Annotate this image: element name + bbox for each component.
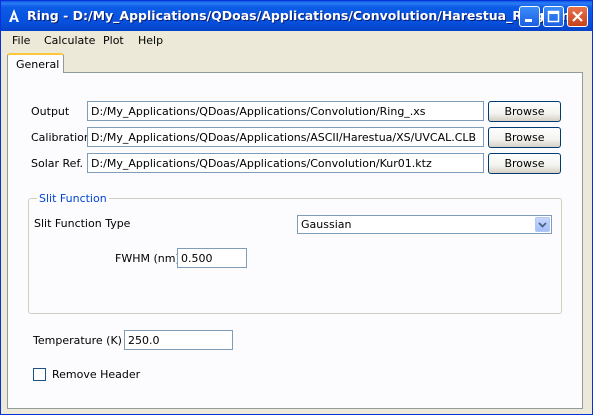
close-icon (572, 11, 583, 22)
solar-ref-path-input[interactable]: D:/My_Applications/QDoas/Applications/Co… (87, 153, 484, 173)
slit-function-group-title: Slit Function (37, 192, 109, 205)
menu-calculate[interactable]: Calculate (44, 34, 95, 47)
solar-ref-browse-button[interactable]: Browse (488, 153, 561, 174)
menu-file[interactable]: File (12, 34, 30, 47)
general-panel: Output D:/My_Applications/QDoas/Applicat… (7, 72, 583, 409)
title-bar[interactable]: Ring - D:/My_Applications/QDoas/Applicat… (1, 1, 592, 31)
slit-function-type-select[interactable]: Gaussian (297, 215, 552, 234)
application-window: Ring - D:/My_Applications/QDoas/Applicat… (0, 0, 593, 415)
tab-general[interactable]: General (7, 53, 64, 73)
tab-general-label: General (16, 58, 60, 71)
fwhm-input[interactable]: 0.500 (177, 248, 247, 268)
fwhm-label: FWHM (nm) (115, 252, 180, 265)
close-button[interactable] (567, 6, 588, 27)
slit-function-type-label: Slit Function Type (34, 217, 131, 230)
slit-function-type-value: Gaussian (301, 218, 352, 231)
calibration-path-input[interactable]: D:/My_Applications/QDoas/Applications/AS… (87, 127, 484, 147)
menu-help[interactable]: Help (138, 34, 163, 47)
remove-header-label[interactable]: Remove Header (52, 368, 140, 381)
dropdown-arrow-button[interactable] (535, 217, 550, 232)
slit-function-group: Slit Function Slit Function Type Gaussia… (28, 192, 562, 314)
calibration-browse-button[interactable]: Browse (488, 127, 561, 148)
chevron-down-icon (538, 222, 547, 228)
output-path-input[interactable]: D:/My_Applications/QDoas/Applications/Co… (87, 101, 484, 121)
calibration-label: Calibration (31, 131, 91, 144)
window-title: Ring - D:/My_Applications/QDoas/Applicat… (27, 8, 575, 23)
remove-header-checkbox[interactable] (33, 368, 46, 381)
menu-plot[interactable]: Plot (103, 34, 124, 47)
maximize-icon (547, 10, 560, 23)
app-logo-icon (9, 9, 19, 22)
minimize-icon (525, 19, 532, 22)
minimize-button[interactable] (519, 6, 540, 27)
menu-bar: File Calculate Plot Help (1, 31, 592, 51)
temperature-input[interactable]: 250.0 (124, 330, 233, 350)
output-browse-button[interactable]: Browse (488, 101, 561, 122)
solar-ref-label: Solar Ref. (31, 157, 84, 170)
temperature-label: Temperature (K) (33, 334, 122, 347)
output-label: Output (31, 105, 70, 118)
maximize-button[interactable] (543, 6, 564, 27)
